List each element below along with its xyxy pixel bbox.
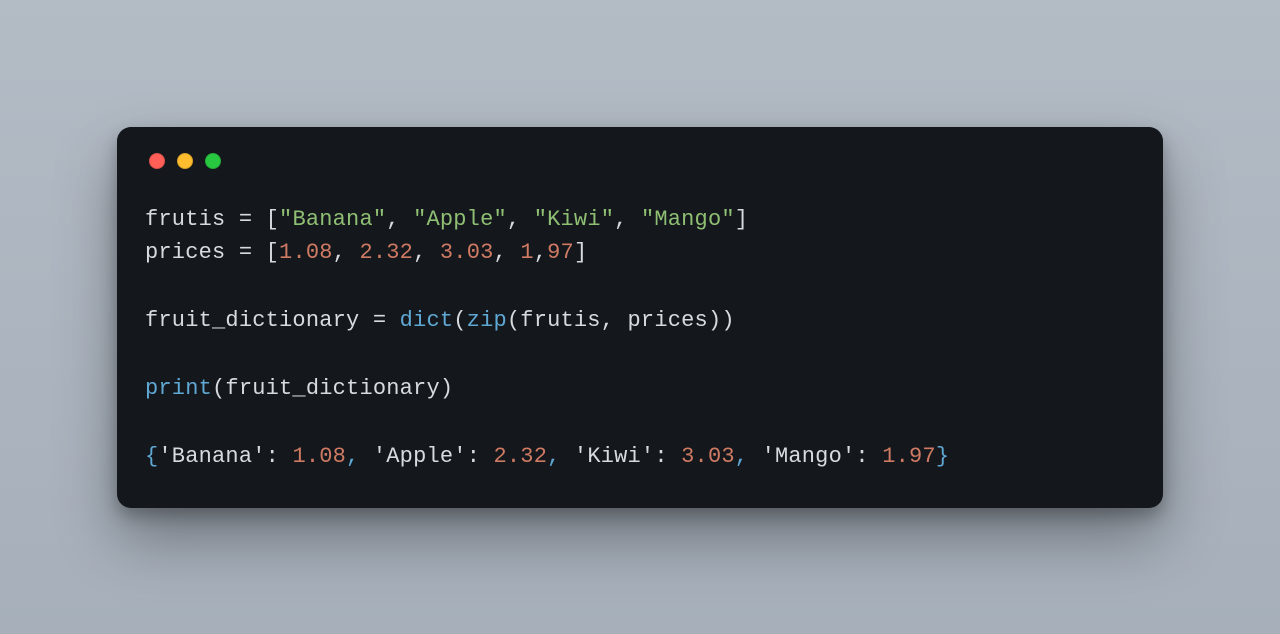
comma: , xyxy=(413,240,440,265)
paren-close: ) xyxy=(440,376,453,401)
paren-close: ) xyxy=(721,308,734,333)
output-line: {'Banana': 1.08, 'Apple': 2.32, 'Kiwi': … xyxy=(145,444,949,469)
colon: : xyxy=(654,444,681,469)
out-key-kiwi: 'Kiwi' xyxy=(574,444,654,469)
comma: , xyxy=(735,444,762,469)
comma: , xyxy=(534,240,547,265)
string-mango: "Mango" xyxy=(641,207,735,232)
brace-close: } xyxy=(936,444,949,469)
code-window: frutis = ["Banana", "Apple", "Kiwi", "Ma… xyxy=(117,127,1163,508)
comma: , xyxy=(507,207,534,232)
bracket-close: ] xyxy=(574,240,587,265)
var-prices: prices xyxy=(145,240,225,265)
comma: , xyxy=(346,444,373,469)
out-value: 2.32 xyxy=(494,444,548,469)
func-zip: zip xyxy=(467,308,507,333)
colon: : xyxy=(855,444,882,469)
minimize-icon[interactable] xyxy=(177,153,193,169)
stage: frutis = ["Banana", "Apple", "Kiwi", "Ma… xyxy=(0,0,1280,634)
code-line-4: print(fruit_dictionary) xyxy=(145,376,453,401)
brace-open: { xyxy=(145,444,158,469)
out-key-apple: 'Apple' xyxy=(373,444,467,469)
equals: = xyxy=(225,207,265,232)
comma: , xyxy=(601,308,628,333)
number: 3.03 xyxy=(440,240,494,265)
comma: , xyxy=(333,240,360,265)
out-value: 1.97 xyxy=(882,444,936,469)
arg-frutis: frutis xyxy=(520,308,600,333)
code-line-1: frutis = ["Banana", "Apple", "Kiwi", "Ma… xyxy=(145,207,748,232)
close-icon[interactable] xyxy=(149,153,165,169)
bracket-open: [ xyxy=(266,240,279,265)
var-frutis: frutis xyxy=(145,207,225,232)
func-print: print xyxy=(145,376,212,401)
out-key-banana: 'Banana' xyxy=(158,444,265,469)
comma: , xyxy=(547,444,574,469)
code-block: frutis = ["Banana", "Apple", "Kiwi", "Ma… xyxy=(145,203,1135,474)
paren-open: ( xyxy=(453,308,466,333)
var-fruit-dictionary: fruit_dictionary xyxy=(145,308,359,333)
bracket-close: ] xyxy=(735,207,748,232)
paren-close: ) xyxy=(708,308,721,333)
string-apple: "Apple" xyxy=(413,207,507,232)
colon: : xyxy=(467,444,494,469)
equals: = xyxy=(359,308,399,333)
number: 1 xyxy=(520,240,533,265)
out-value: 3.03 xyxy=(681,444,735,469)
bracket-open: [ xyxy=(266,207,279,232)
code-line-3: fruit_dictionary = dict(zip(frutis, pric… xyxy=(145,308,735,333)
number: 2.32 xyxy=(359,240,413,265)
comma: , xyxy=(614,207,641,232)
number: 97 xyxy=(547,240,574,265)
zoom-icon[interactable] xyxy=(205,153,221,169)
arg-prices: prices xyxy=(628,308,708,333)
paren-open: ( xyxy=(507,308,520,333)
comma: , xyxy=(386,207,413,232)
colon: : xyxy=(266,444,293,469)
comma: , xyxy=(494,240,521,265)
string-kiwi: "Kiwi" xyxy=(534,207,614,232)
window-traffic-lights xyxy=(145,153,1135,169)
paren-open: ( xyxy=(212,376,225,401)
func-dict: dict xyxy=(400,308,454,333)
out-value: 1.08 xyxy=(292,444,346,469)
equals: = xyxy=(225,240,265,265)
out-key-mango: 'Mango' xyxy=(762,444,856,469)
arg-fruit-dictionary: fruit_dictionary xyxy=(225,376,439,401)
code-line-2: prices = [1.08, 2.32, 3.03, 1,97] xyxy=(145,240,587,265)
number: 1.08 xyxy=(279,240,333,265)
string-banana: "Banana" xyxy=(279,207,386,232)
